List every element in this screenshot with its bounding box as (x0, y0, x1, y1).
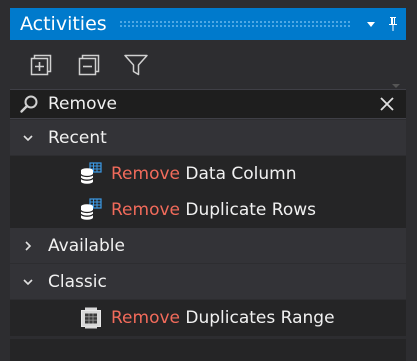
collapse-all-icon (78, 54, 100, 76)
pin-icon (389, 17, 397, 31)
category-label: Available (48, 235, 125, 256)
filter-icon (124, 54, 148, 76)
chevron-down-icon (20, 130, 36, 146)
category-label: Classic (48, 271, 107, 292)
activity-label: Data Column (180, 164, 297, 184)
expand-all-icon (30, 54, 52, 76)
category-recent[interactable]: Recent (10, 120, 406, 156)
activity-label: Duplicates Range (180, 308, 335, 328)
toolbar-overflow-icon[interactable] (392, 75, 400, 88)
activity-remove-duplicates-range[interactable]: Remove Duplicates Range (10, 300, 406, 336)
data-table-icon (79, 198, 103, 222)
tree-empty-area (10, 339, 406, 361)
chevron-right-icon (20, 238, 36, 254)
search-bar (10, 89, 406, 119)
match-highlight: Remove (111, 200, 180, 220)
activity-remove-duplicate-rows[interactable]: Remove Duplicate Rows (10, 192, 406, 228)
dropdown-arrow-icon (367, 22, 375, 27)
toolbar (10, 41, 406, 89)
match-highlight: Remove (111, 164, 180, 184)
search-icon (18, 93, 40, 115)
activity-remove-data-column[interactable]: Remove Data Column (10, 156, 406, 192)
activity-label: Duplicate Rows (180, 200, 317, 220)
collapse-all-button[interactable] (76, 52, 102, 78)
clear-search-button[interactable] (376, 93, 398, 115)
category-classic[interactable]: Classic (10, 264, 406, 300)
pin-button[interactable] (384, 15, 402, 33)
panel-title: Activities (20, 13, 107, 35)
data-table-icon (79, 162, 103, 186)
activities-tree: Recent Remove Data Column Remove Duplica… (10, 120, 406, 336)
match-highlight: Remove (111, 308, 180, 328)
category-available[interactable]: Available (10, 228, 406, 264)
search-input[interactable] (40, 90, 376, 118)
excel-range-icon (79, 306, 103, 330)
panel-title-bar[interactable]: Activities (10, 8, 406, 40)
close-icon (380, 97, 394, 111)
filter-button[interactable] (123, 52, 149, 78)
expand-all-button[interactable] (28, 52, 54, 78)
dropdown-arrow-button[interactable] (362, 15, 380, 33)
category-label: Recent (48, 127, 107, 148)
drag-grip[interactable] (118, 20, 352, 28)
activities-panel: Activities Remove Recent Remove Data Col… (0, 0, 417, 361)
chevron-down-icon (20, 274, 36, 290)
